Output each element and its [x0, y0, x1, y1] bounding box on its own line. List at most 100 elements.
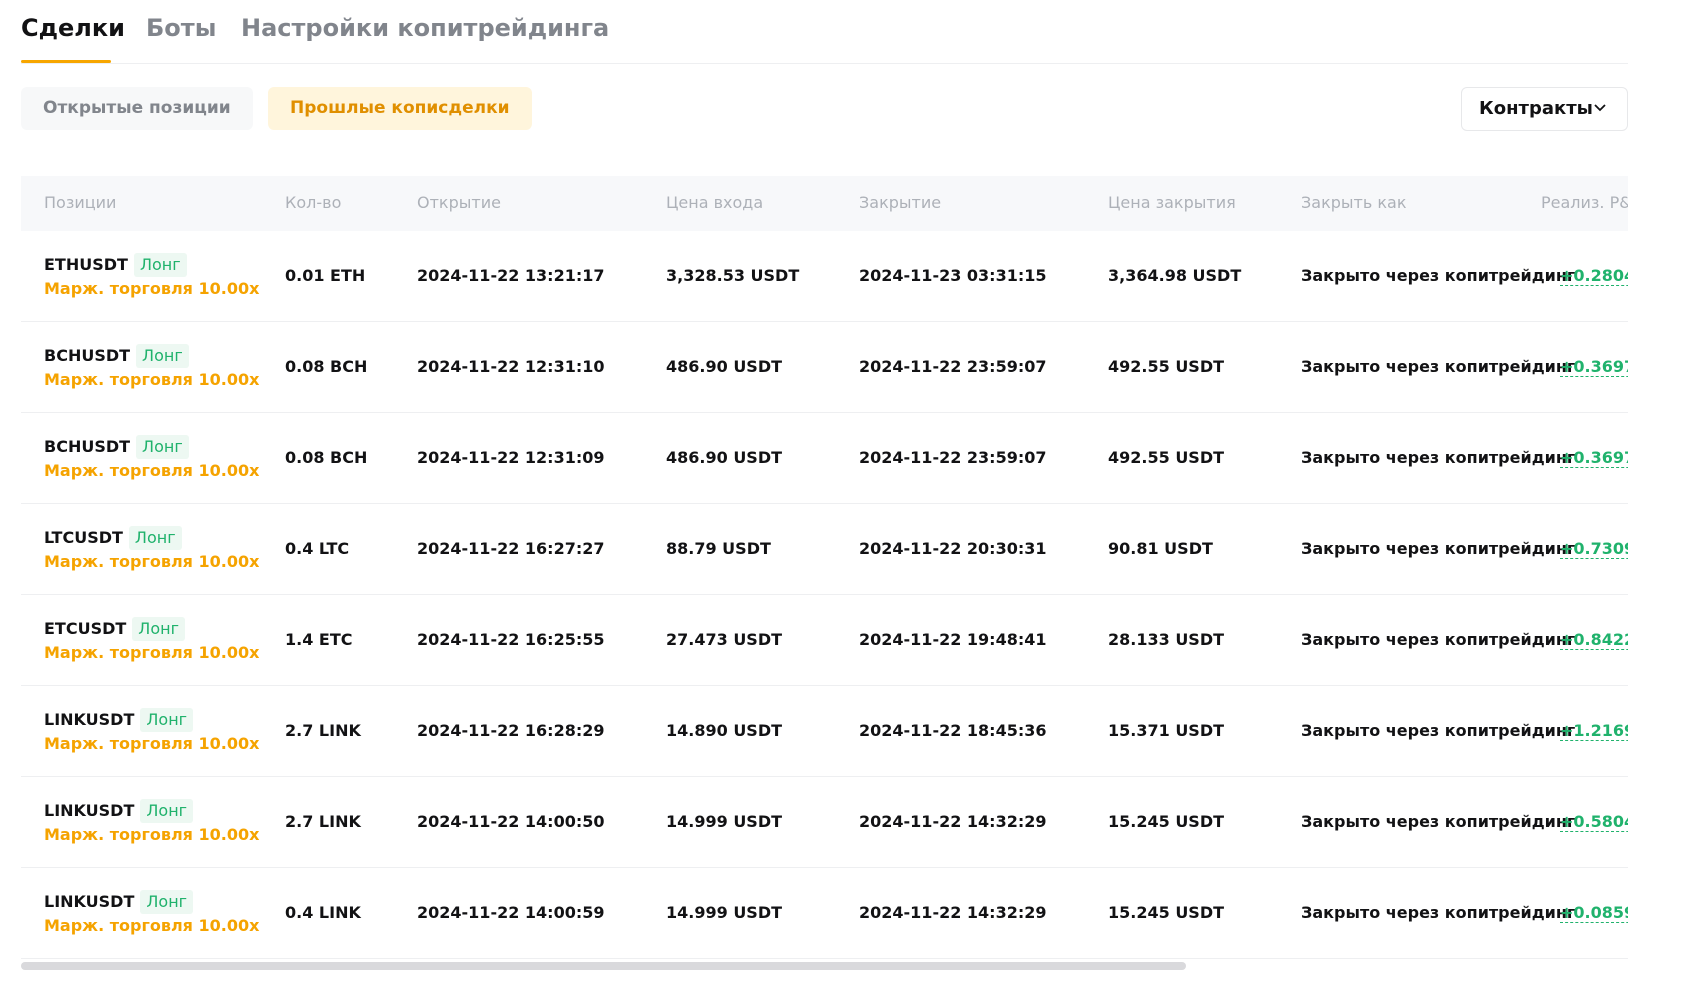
position-symbol[interactable]: LINKUSDT Лонг: [44, 890, 194, 914]
position-symbol[interactable]: BCHUSDT Лонг: [44, 435, 189, 459]
cell-close-price: 28.133 USDT: [1108, 630, 1225, 649]
cell-entry-price: 14.890 USDT: [666, 721, 783, 740]
cell-entry-price: 486.90 USDT: [666, 357, 783, 376]
cell-close-as: Закрыто через копитрейдинг: [1301, 357, 1576, 376]
cell-open-time: 2024-11-22 16:28:29: [417, 721, 605, 740]
cell-open-time: 2024-11-22 16:27:27: [417, 539, 605, 558]
side-badge: Лонг: [136, 344, 189, 368]
table-header: Позиции Кол-во Открытие Цена входа Закры…: [21, 176, 1628, 231]
table-row: BCHUSDT Лонг Марж. торговля 10.00x 0.08 BCH…: [21, 413, 1628, 504]
header-realized-pnl: Реализ. P&: [1541, 193, 1628, 212]
header-close-as: Закрыть как: [1301, 193, 1407, 212]
header-close-price: Цена закрытия: [1108, 193, 1236, 212]
symbol-label: BCHUSDT: [44, 437, 131, 456]
cell-close-time: 2024-11-22 19:48:41: [859, 630, 1047, 649]
symbol-label: LINKUSDT: [44, 801, 135, 820]
table-row: ETCUSDT Лонг Марж. торговля 10.00x 1.4 ETC 2…: [21, 595, 1628, 686]
symbol-label: LINKUSDT: [44, 710, 135, 729]
header-positions: Позиции: [44, 193, 117, 212]
position-symbol[interactable]: ETCUSDT Лонг: [44, 617, 185, 641]
leverage-label: Марж. торговля 10.00x: [44, 825, 260, 844]
cell-open-time: 2024-11-22 12:31:10: [417, 357, 605, 376]
deals-table: Позиции Кол-во Открытие Цена входа Закры…: [21, 176, 1628, 976]
cell-qty: 1.4 ETC: [285, 630, 353, 649]
cell-close-time: 2024-11-22 14:32:29: [859, 903, 1047, 922]
leverage-label: Марж. торговля 10.00x: [44, 916, 260, 935]
cell-close-time: 2024-11-22 18:45:36: [859, 721, 1047, 740]
table-row: LINKUSDT Лонг Марж. торговля 10.00x 2.7 LIN…: [21, 777, 1628, 868]
cell-open-time: 2024-11-22 14:00:59: [417, 903, 605, 922]
pnl-value: +0.8422 US: [1560, 630, 1628, 650]
cell-close-as: Закрыто через копитрейдинг: [1301, 539, 1576, 558]
cell-entry-price: 486.90 USDT: [666, 448, 783, 467]
cell-close-price: 492.55 USDT: [1108, 448, 1225, 467]
side-badge: Лонг: [132, 617, 185, 641]
leverage-label: Марж. торговля 10.00x: [44, 461, 260, 480]
header-qty: Кол-во: [285, 193, 342, 212]
position-symbol[interactable]: LINKUSDT Лонг: [44, 799, 194, 823]
cell-close-as: Закрыто через копитрейдинг: [1301, 630, 1576, 649]
cell-close-as: Закрыто через копитрейдинг: [1301, 812, 1576, 831]
tab-deals[interactable]: Сделки: [21, 14, 125, 42]
cell-close-time: 2024-11-23 03:31:15: [859, 266, 1047, 285]
pnl-value: +0.5804 US: [1560, 812, 1628, 832]
cell-realized-pnl[interactable]: +0.3697 US: [1560, 448, 1628, 468]
position-symbol[interactable]: LINKUSDT Лонг: [44, 708, 194, 732]
contract-type-label: Контракты: [1479, 98, 1593, 119]
cell-close-time: 2024-11-22 23:59:07: [859, 448, 1047, 467]
table-clip-edge: [1628, 176, 1699, 976]
cell-qty: 2.7 LINK: [285, 721, 361, 740]
symbol-label: LTCUSDT: [44, 528, 123, 547]
cell-close-as: Закрыто через копитрейдинг: [1301, 448, 1576, 467]
leverage-label: Марж. торговля 10.00x: [44, 643, 260, 662]
cell-close-as: Закрыто через копитрейдинг: [1301, 903, 1576, 922]
cell-close-time: 2024-11-22 14:32:29: [859, 812, 1047, 831]
pnl-value: +1.2169 US: [1560, 721, 1628, 741]
side-badge: Лонг: [128, 526, 182, 550]
cell-realized-pnl[interactable]: +0.0859 US: [1560, 903, 1628, 923]
chevron-down-icon: [1594, 104, 1606, 112]
cell-entry-price: 88.79 USDT: [666, 539, 771, 558]
leverage-label: Марж. торговля 10.00x: [44, 734, 260, 753]
cell-close-time: 2024-11-22 20:30:31: [859, 539, 1047, 558]
cell-close-price: 3,364.98 USDT: [1108, 266, 1242, 285]
side-badge: Лонг: [136, 435, 189, 459]
cell-realized-pnl[interactable]: +0.3697 US: [1560, 357, 1628, 377]
cell-entry-price: 14.999 USDT: [666, 903, 783, 922]
cell-realized-pnl[interactable]: +0.5804 US: [1560, 812, 1628, 832]
horizontal-scrollbar[interactable]: [21, 962, 1186, 970]
active-tab-indicator: [21, 60, 111, 63]
table-row: ETHUSDT Лонг Марж. торговля 10.00x 0.01 ETH…: [21, 231, 1628, 322]
header-open: Открытие: [417, 193, 501, 212]
tab-copytrading-settings[interactable]: Настройки копитрейдинга: [241, 14, 609, 42]
pnl-value: +0.3697 US: [1560, 357, 1628, 377]
position-symbol[interactable]: ETHUSDT Лонг: [44, 253, 187, 277]
cell-open-time: 2024-11-22 16:25:55: [417, 630, 605, 649]
table-row: BCHUSDT Лонг Марж. торговля 10.00x 0.08 BCH…: [21, 322, 1628, 413]
table-row: LINKUSDT Лонг Марж. торговля 10.00x 2.7 LIN…: [21, 686, 1628, 777]
cell-qty: 0.4 LINK: [285, 903, 361, 922]
cell-open-time: 2024-11-22 13:21:17: [417, 266, 605, 285]
contract-type-select[interactable]: Контракты: [1461, 87, 1628, 131]
cell-close-price: 492.55 USDT: [1108, 357, 1225, 376]
tab-bots[interactable]: Боты: [146, 14, 216, 42]
position-symbol[interactable]: LTCUSDT Лонг: [44, 526, 182, 550]
cell-realized-pnl[interactable]: +1.2169 US: [1560, 721, 1628, 741]
position-symbol[interactable]: BCHUSDT Лонг: [44, 344, 189, 368]
cell-qty: 2.7 LINK: [285, 812, 361, 831]
cell-realized-pnl[interactable]: +0.8422 US: [1560, 630, 1628, 650]
cell-qty: 0.08 BCH: [285, 357, 368, 376]
past-copy-deals-button[interactable]: Прошлые кописделки: [268, 87, 532, 130]
main-tabs: Сделки Боты Настройки копитрейдинга: [21, 0, 1628, 64]
side-badge: Лонг: [133, 253, 187, 277]
cell-open-time: 2024-11-22 12:31:09: [417, 448, 605, 467]
cell-realized-pnl[interactable]: +0.7309 US: [1560, 539, 1628, 559]
leverage-label: Марж. торговля 10.00x: [44, 279, 260, 298]
cell-entry-price: 3,328.53 USDT: [666, 266, 800, 285]
open-positions-button[interactable]: Открытые позиции: [21, 87, 253, 130]
leverage-label: Марж. торговля 10.00x: [44, 370, 260, 389]
cell-realized-pnl[interactable]: +0.2804 US: [1560, 266, 1628, 286]
cell-entry-price: 27.473 USDT: [666, 630, 783, 649]
side-badge: Лонг: [140, 799, 194, 823]
pnl-value: +0.3697 US: [1560, 448, 1628, 468]
